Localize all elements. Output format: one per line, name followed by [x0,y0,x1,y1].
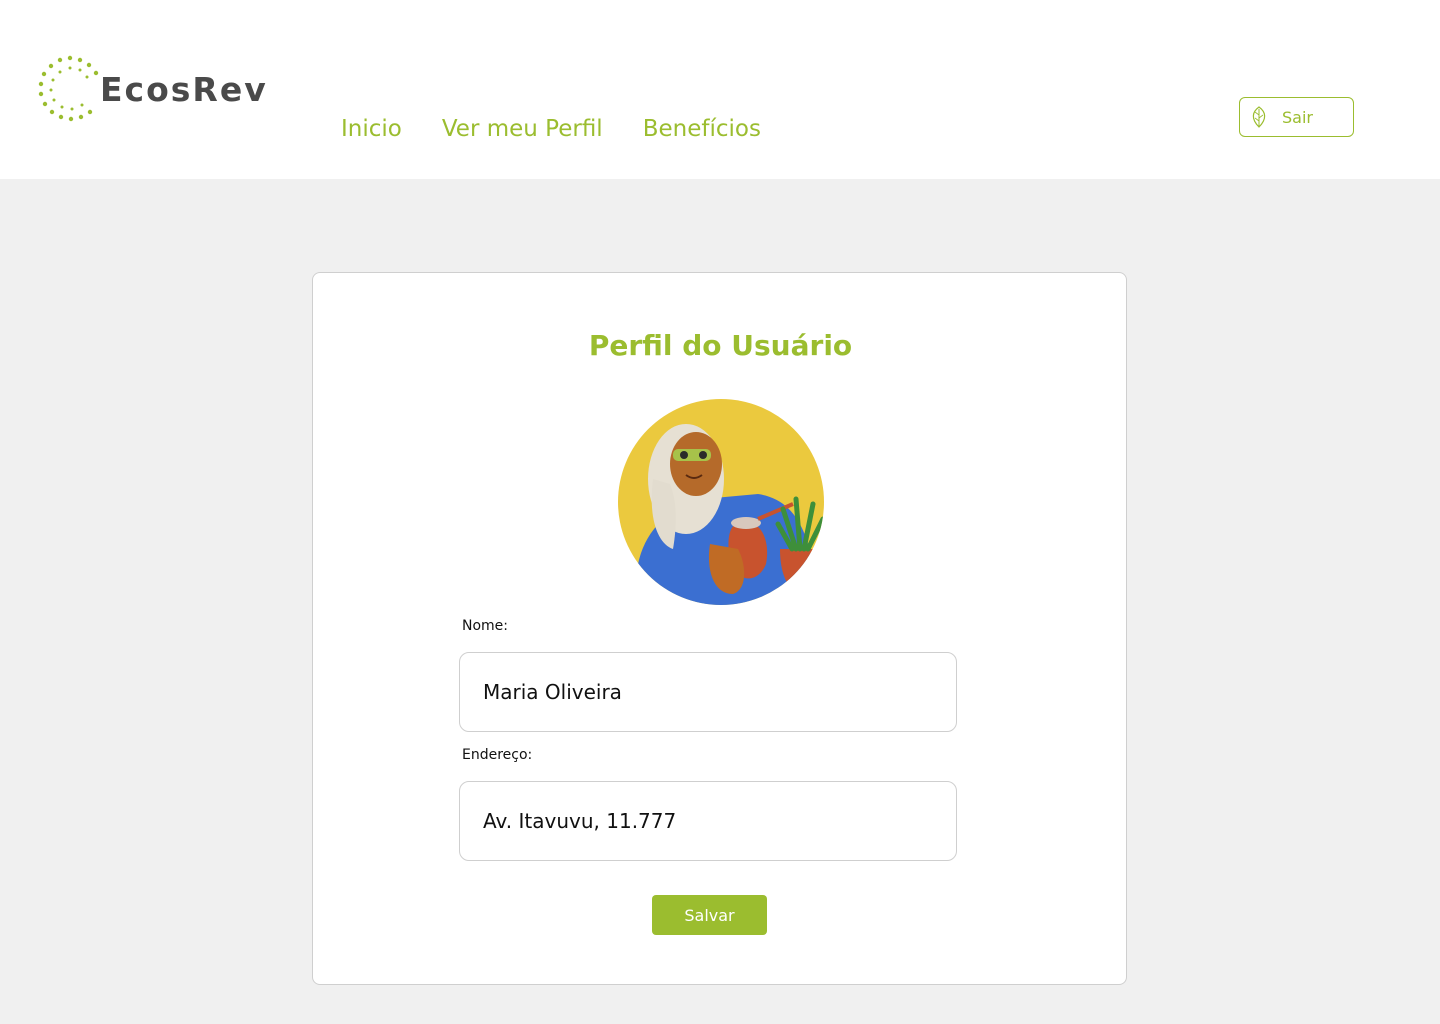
logout-button[interactable]: Sair [1239,97,1354,137]
nav-item-beneficios[interactable]: Benefícios [643,112,761,146]
brand-name: EcosRev [100,70,268,109]
page-title: Perfil do Usuário [588,329,853,362]
brand-logo[interactable]: EcosRev [38,54,278,124]
nav-item-ver-meu-perfil[interactable]: Ver meu Perfil [442,112,603,146]
dotted-circle-logo-icon [38,55,99,122]
name-label: Nome: [462,618,509,634]
top-header: EcosRev Inicio Ver meu Perfil Benefícios… [0,0,1440,179]
main-nav: Inicio Ver meu Perfil Benefícios [341,112,761,146]
profile-card: Perfil do Usuário Nome: Endereço: Salvar [312,272,1127,985]
nav-item-inicio[interactable]: Inicio [341,112,402,146]
address-input[interactable] [459,781,957,861]
save-button[interactable]: Salvar [652,895,767,935]
user-avatar-illustration [618,399,824,605]
logout-label: Sair [1282,108,1313,127]
address-label: Endereço: [462,747,533,763]
leaf-icon [1252,106,1266,128]
name-input[interactable] [459,652,957,732]
